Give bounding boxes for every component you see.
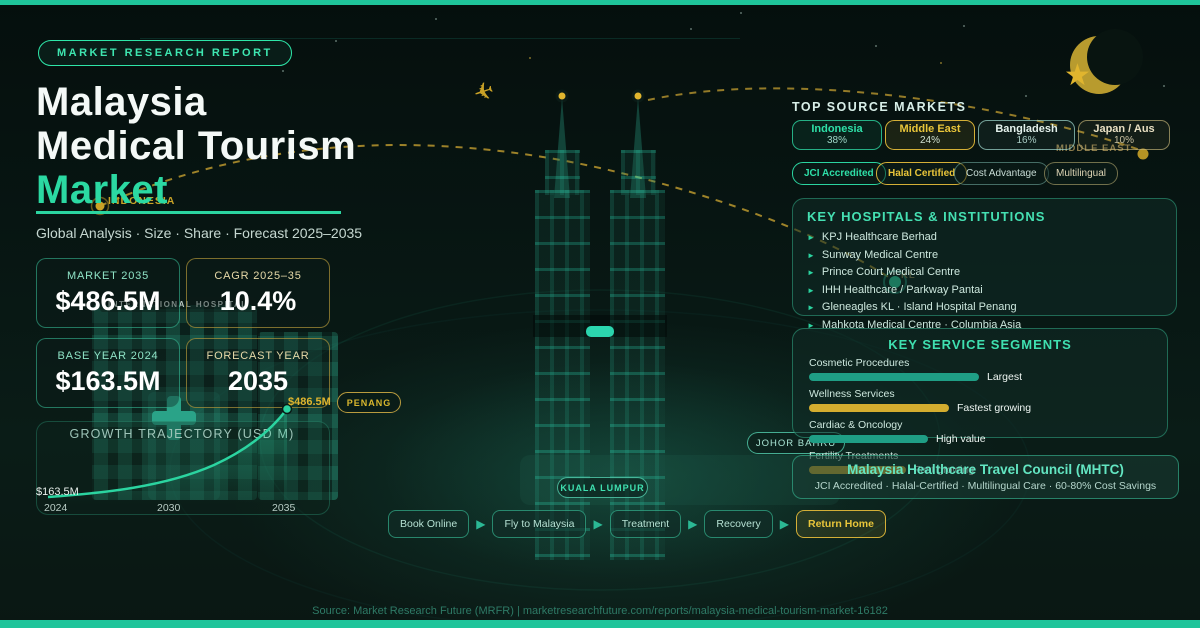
middle-east-origin-dot (1138, 149, 1149, 160)
stat-value: 10.4% (220, 286, 297, 317)
title-line-1: Malaysia (36, 80, 356, 124)
hospital-item: ► Sunway Medical Centre (807, 247, 1162, 265)
stat-value: $486.5M (55, 286, 160, 317)
hospital-item: ► Gleneagles KL · Island Hospital Penang (807, 299, 1162, 317)
arrow-marker-icon: ► (807, 230, 815, 247)
patient-journey-flow: Book Online ▶ Fly to Malaysia ▶ Treatmen… (388, 510, 886, 538)
hospital-name: KPJ Healthcare Berhad (822, 229, 937, 246)
segments-title: KEY SERVICE SEGMENTS (809, 337, 1151, 352)
segment-name: Cardiac & Oncology (809, 419, 1151, 431)
segment-row: Largest (809, 371, 1151, 383)
market-share: 24% (920, 135, 940, 147)
stat-label: CAGR 2025–35 (214, 270, 301, 282)
market-name: Middle East (899, 123, 960, 135)
segments-panel: KEY SERVICE SEGMENTS Cosmetic Procedures… (792, 328, 1168, 438)
segment-note: Largest (987, 371, 1022, 383)
arrow-marker-icon: ► (807, 248, 815, 265)
market-name: Indonesia (811, 123, 862, 135)
source-market-middle-east: Middle East 24% (885, 120, 975, 150)
moon-star-icon: ★ (1064, 58, 1091, 93)
source-market-japan-aus: Japan / Aus 10% (1078, 120, 1170, 150)
segment-note: High value (936, 433, 986, 445)
hospitals-title: KEY HOSPITALS & INSTITUTIONS (807, 209, 1162, 224)
segment-row: High value (809, 433, 1151, 445)
flow-arrow-icon: ▶ (688, 517, 697, 531)
infographic-canvas: ✈ ★ INDONESIA MIDDLE EAST KL PENANG KUAL… (0, 0, 1200, 628)
source-attribution: Source: Market Research Future (MRFR) | … (0, 605, 1200, 617)
segment-note: Fastest growing (957, 402, 1031, 414)
tag-cost-advantage: Cost Advantage (954, 162, 1049, 185)
market-share: 16% (1016, 135, 1036, 147)
stat-card-cagr: CAGR 2025–35 10.4% (186, 258, 330, 328)
tag-jci-accredited: JCI Accredited (792, 162, 886, 185)
segment-bar (809, 404, 949, 412)
petronas-tower-left-top (545, 150, 580, 195)
hospital-item: ► KPJ Healthcare Berhad (807, 229, 1162, 247)
page-title: Malaysia Medical Tourism Market (36, 80, 356, 212)
stat-value: 2035 (228, 366, 288, 397)
arrow-marker-icon: ► (807, 283, 815, 300)
arrow-marker-icon: ► (807, 265, 815, 282)
bottom-accent-bar (0, 620, 1200, 628)
hospital-item: ► IHH Healthcare / Parkway Pantai (807, 282, 1162, 300)
segment-row: Fastest growing (809, 402, 1151, 414)
journey-step-book-online: Book Online (388, 510, 469, 538)
segment-bar (809, 373, 979, 381)
market-name: Japan / Aus (1093, 123, 1154, 135)
horizon-line (140, 38, 740, 39)
hospital-name: Sunway Medical Centre (822, 247, 938, 264)
stat-label: FORECAST YEAR (207, 350, 310, 362)
title-line-2: Medical Tourism (36, 124, 356, 168)
flow-arrow-icon: ▶ (780, 517, 789, 531)
hospital-name: Prince Court Medical Centre (822, 264, 960, 281)
market-name: Bangladesh (995, 123, 1057, 135)
skybridge (586, 326, 614, 337)
journey-step-fly-to-malaysia: Fly to Malaysia (492, 510, 586, 538)
source-market-bangladesh: Bangladesh 16% (978, 120, 1075, 150)
growth-start-value: $163.5M (36, 486, 79, 498)
hospitals-panel: KEY HOSPITALS & INSTITUTIONS ► KPJ Health… (792, 198, 1177, 316)
segment-name: Wellness Services (809, 388, 1151, 400)
arrow-marker-icon: ► (807, 300, 815, 317)
journey-step-recovery: Recovery (704, 510, 772, 538)
x-tick-2030: 2030 (157, 502, 180, 514)
mhtc-box: Malaysia Healthcare Travel Council (MHTC… (792, 455, 1179, 499)
stat-label: BASE YEAR 2024 (58, 350, 159, 362)
report-subtitle: Global Analysis · Size · Share · Forecas… (36, 225, 362, 241)
segment-bar (809, 435, 928, 443)
map-pill-penang: PENANG (337, 392, 401, 413)
map-pill-kuala-lumpur: KUALA LUMPUR (557, 477, 648, 498)
x-tick-2024: 2024 (44, 502, 67, 514)
hospital-item: ► Prince Court Medical Centre (807, 264, 1162, 282)
hospital-name: IHH Healthcare / Parkway Pantai (822, 282, 983, 299)
title-line-3: Market (36, 168, 356, 212)
mhtc-title: Malaysia Healthcare Travel Council (MHTC… (847, 462, 1124, 477)
crescent-moon-cutout (1087, 29, 1143, 85)
source-market-indonesia: Indonesia 38% (792, 120, 882, 150)
hospital-name: Gleneagles KL · Island Hospital Penang (822, 299, 1017, 316)
petronas-tower-right-top (621, 150, 656, 195)
growth-curve (34, 393, 334, 515)
market-share: 38% (827, 135, 847, 147)
mhtc-subtitle: JCI Accredited · Halal-Certified · Multi… (815, 480, 1156, 492)
top-accent-bar (0, 0, 1200, 5)
stat-label: MARKET 2035 (67, 270, 149, 282)
source-markets-title: TOP SOURCE MARKETS (792, 100, 966, 114)
journey-step-return-home: Return Home (796, 510, 886, 538)
market-share: 10% (1114, 135, 1134, 147)
growth-end-value: $486.5M (288, 396, 331, 408)
x-tick-2035: 2035 (272, 502, 295, 514)
flow-arrow-icon: ▶ (593, 517, 602, 531)
stat-card-market-2035: MARKET 2035 $486.5M (36, 258, 180, 328)
segment-name: Cosmetic Procedures (809, 357, 1151, 369)
tag-multilingual: Multilingual (1044, 162, 1118, 185)
flow-arrow-icon: ▶ (476, 517, 485, 531)
report-badge: MARKET RESEARCH REPORT (38, 40, 292, 66)
journey-step-treatment: Treatment (610, 510, 681, 538)
title-underline (36, 211, 341, 214)
stat-value: $163.5M (55, 366, 160, 397)
